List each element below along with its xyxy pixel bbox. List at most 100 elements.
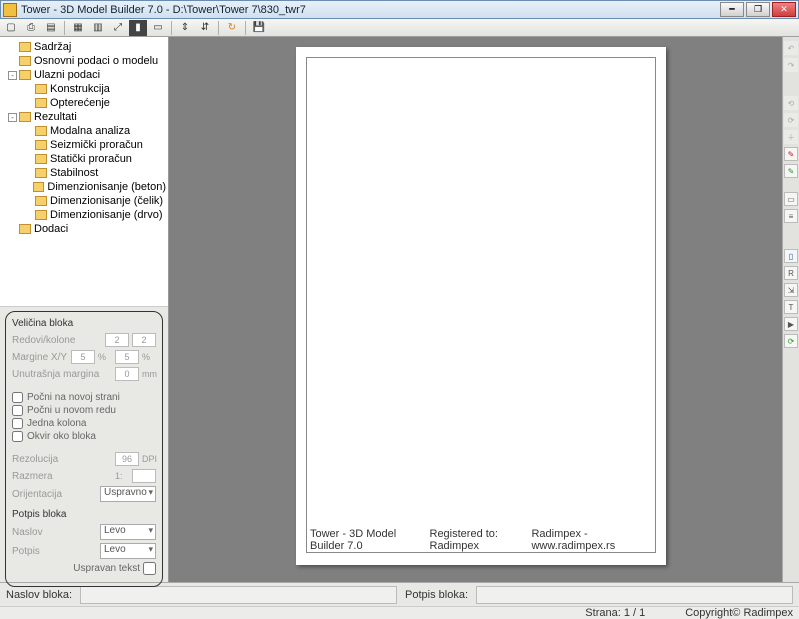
margin-y-input[interactable]	[115, 350, 139, 364]
scale-input[interactable]	[132, 469, 156, 483]
preview-icon[interactable]: ▤	[42, 20, 60, 36]
marker-icon[interactable]: ✎	[784, 164, 798, 178]
rotate-right-icon[interactable]: ⟳	[784, 113, 798, 127]
send-icon[interactable]: ▶	[784, 317, 798, 331]
tree-item[interactable]: Seizmički proračun	[0, 138, 168, 152]
bars-icon[interactable]: ≡	[784, 209, 798, 223]
block-frame-label: Okvir oko bloka	[27, 431, 96, 442]
tree-item[interactable]: Opterećenje	[0, 96, 168, 110]
tree-item[interactable]: Konstrukcija	[0, 82, 168, 96]
folder-icon	[35, 98, 47, 108]
orientation-label: Orijentacija	[12, 489, 97, 500]
redo-icon[interactable]: ↷	[784, 58, 798, 72]
tree-item[interactable]: Dimenzionisanje (beton)	[0, 180, 168, 194]
margin-x-unit: %	[98, 352, 112, 362]
folder-icon	[19, 224, 31, 234]
tree-item[interactable]: Dodaci	[0, 222, 168, 236]
tree-toggle-icon[interactable]: -	[8, 113, 17, 122]
view2-icon[interactable]: ▥	[89, 20, 107, 36]
tree-label: Modalna analiza	[50, 125, 130, 137]
properties-panel: Veličina bloka Redovi/kolone Margine X/Y…	[0, 307, 168, 597]
tree-item[interactable]: Dimenzionisanje (čelik)	[0, 194, 168, 208]
tree-view[interactable]: SadržajOsnovni podaci o modelu - Ulazni po…	[0, 37, 168, 307]
doc-icon[interactable]: ▯	[784, 249, 798, 263]
refresh-icon[interactable]: ↻	[223, 20, 241, 36]
page-indicator: Strana: 1 / 1	[585, 607, 645, 619]
page-icon[interactable]: ▮	[129, 20, 147, 36]
folder-icon	[35, 196, 47, 206]
left-panel: SadržajOsnovni podaci o modelu - Ulazni po…	[0, 37, 169, 582]
tree-item[interactable]: Modalna analiza	[0, 124, 168, 138]
main-toolbar: ▢ ⎙ ▤ ▦ ▥ ⤢ ▮ ▭ ⇕ ⇵ ↻ 💾	[0, 19, 799, 37]
save-icon[interactable]: 💾	[250, 20, 268, 36]
rotate-left-icon[interactable]: ⟲	[784, 96, 798, 110]
maximize-button[interactable]: ❐	[746, 2, 770, 17]
rows-input[interactable]	[105, 333, 129, 347]
folder-icon	[35, 126, 47, 136]
tree-toggle-icon[interactable]: -	[8, 71, 17, 80]
one-column-checkbox[interactable]	[12, 418, 23, 429]
caption-potpis-select[interactable]: Levo	[100, 543, 156, 559]
potpis-bloka-field[interactable]	[476, 586, 793, 604]
tree-item[interactable]: Sadržaj	[0, 40, 168, 54]
collapse-icon[interactable]: ⇵	[196, 20, 214, 36]
rect-icon[interactable]: ▭	[784, 192, 798, 206]
page-footer-center: Registered to: Radimpex	[430, 528, 532, 552]
inner-margin-input[interactable]	[115, 367, 139, 381]
folder-icon	[35, 168, 47, 178]
tree-label: Ulazni podaci	[34, 69, 100, 81]
highlight-icon[interactable]: ✎	[784, 147, 798, 161]
toolbar-separator	[171, 21, 172, 35]
block-size-group: Veličina bloka Redovi/kolone Margine X/Y…	[5, 311, 163, 587]
inner-margin-unit: mm	[142, 369, 156, 379]
cols-input[interactable]	[132, 333, 156, 347]
tree-item[interactable]: Statički proračun	[0, 152, 168, 166]
inner-margin-label: Unutrašnja margina	[12, 369, 112, 380]
toolbar-separator	[245, 21, 246, 35]
title-bar: Tower - 3D Model Builder 7.0 - D:\Tower\…	[0, 0, 799, 19]
upright-text-checkbox[interactable]	[143, 562, 156, 575]
zoom-fit-icon[interactable]: ⤢	[109, 20, 127, 36]
minimize-button[interactable]: ━	[720, 2, 744, 17]
print-icon[interactable]: ⎙	[22, 20, 40, 36]
orientation-select[interactable]: Uspravno	[100, 486, 156, 502]
tree-item[interactable]: Osnovni podaci o modelu	[0, 54, 168, 68]
tree-item[interactable]: - Rezultati	[0, 110, 168, 124]
export-icon[interactable]: ⇲	[784, 283, 798, 297]
block-frame-checkbox[interactable]	[12, 431, 23, 442]
page-preview: Tower - 3D Model Builder 7.0 Registered …	[296, 47, 666, 565]
undo-icon[interactable]: ↶	[784, 41, 798, 55]
refresh2-icon[interactable]: ⟳	[784, 334, 798, 348]
canvas-area[interactable]: Tower - 3D Model Builder 7.0 Registered …	[169, 37, 782, 582]
tree-label: Sadržaj	[34, 41, 71, 53]
tree-item[interactable]: Dimenzionisanje (drvo)	[0, 208, 168, 222]
tree-item[interactable]: - Ulazni podaci	[0, 68, 168, 82]
layout-icon[interactable]: ▭	[149, 20, 167, 36]
zoom-in-icon[interactable]: ＋	[784, 130, 798, 144]
margins-label: Margine X/Y	[12, 352, 68, 363]
block-size-title: Veličina bloka	[12, 318, 156, 329]
txt-icon[interactable]: T	[784, 300, 798, 314]
caption-naslov-select[interactable]: Levo	[100, 524, 156, 540]
new-icon[interactable]: ▢	[2, 20, 20, 36]
caption-potpis-label: Potpis	[12, 546, 97, 557]
copyright-label: Copyright© Radimpex	[685, 607, 793, 619]
new-page-checkbox[interactable]	[12, 392, 23, 403]
view1-icon[interactable]: ▦	[69, 20, 87, 36]
folder-icon	[19, 56, 31, 66]
folder-icon	[35, 154, 47, 164]
rtf-icon[interactable]: R	[784, 266, 798, 280]
folder-icon	[35, 140, 47, 150]
folder-icon	[33, 182, 44, 192]
scale-prefix: 1:	[115, 471, 129, 481]
margin-x-input[interactable]	[71, 350, 95, 364]
window-title: Tower - 3D Model Builder 7.0 - D:\Tower\…	[21, 4, 720, 16]
folder-icon	[19, 112, 31, 122]
resolution-input[interactable]	[115, 452, 139, 466]
tree-item[interactable]: Stabilnost	[0, 166, 168, 180]
toolbar-separator	[64, 21, 65, 35]
tree-label: Rezultati	[34, 111, 77, 123]
new-row-checkbox[interactable]	[12, 405, 23, 416]
close-button[interactable]: ✕	[772, 2, 796, 17]
expand-icon[interactable]: ⇕	[176, 20, 194, 36]
